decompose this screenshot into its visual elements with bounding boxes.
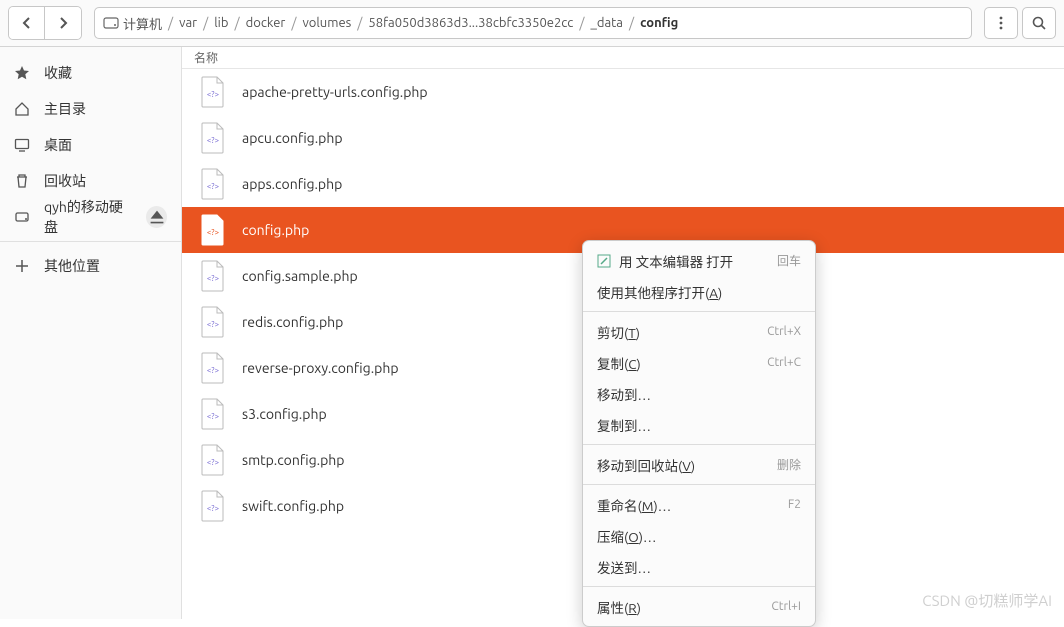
menu-separator — [583, 311, 815, 312]
home-icon — [14, 101, 30, 117]
toolbar: 计算机 / var / lib / docker / volumes / 58f… — [0, 0, 1064, 47]
sidebar-item-label: 其他位置 — [44, 256, 100, 276]
php-file-icon: <?> — [200, 168, 226, 200]
sidebar-item-removable[interactable]: qyh的移动硬盘 — [0, 199, 181, 235]
breadcrumb-volumes[interactable]: volumes — [302, 16, 351, 30]
sidebar-item-label: 回收站 — [44, 171, 86, 191]
disk-icon — [103, 15, 119, 31]
menu-compress[interactable]: 压缩(O)… — [583, 520, 815, 551]
svg-text:<?>: <?> — [207, 274, 220, 283]
sidebar-item-desktop[interactable]: 桌面 — [0, 127, 181, 163]
menu-rename[interactable]: 重命名(M)… F2 — [583, 489, 815, 520]
breadcrumb-config[interactable]: config — [640, 16, 678, 30]
file-name: s3.config.php — [242, 406, 327, 422]
php-file-icon: <?> — [200, 398, 226, 430]
back-button[interactable] — [9, 7, 45, 39]
edit-icon — [597, 254, 611, 268]
sidebar-separator — [0, 241, 181, 242]
breadcrumb-data[interactable]: _data — [591, 16, 623, 30]
menu-copy-to[interactable]: 复制到… — [583, 409, 815, 440]
php-file-icon: <?> — [200, 214, 226, 246]
sidebar-item-label: qyh的移动硬盘 — [44, 197, 132, 237]
menu-properties[interactable]: 属性(R) Ctrl+I — [583, 591, 815, 622]
drive-icon — [14, 209, 30, 225]
breadcrumb-lib[interactable]: lib — [214, 16, 228, 30]
file-name: swift.config.php — [242, 498, 344, 514]
sidebar: 收藏 主目录 桌面 回收站 qyh的移动硬盘 其他位置 — [0, 47, 182, 619]
trash-icon — [14, 173, 30, 189]
search-button[interactable] — [1022, 7, 1056, 39]
main: 收藏 主目录 桌面 回收站 qyh的移动硬盘 其他位置 名称 — [0, 47, 1064, 619]
svg-text:<?>: <?> — [207, 228, 220, 237]
php-file-icon: <?> — [200, 444, 226, 476]
php-file-icon: <?> — [200, 306, 226, 338]
file-name: config.sample.php — [242, 268, 358, 284]
menu-open-editor[interactable]: 用 文本编辑器 打开 回车 — [583, 245, 815, 276]
sidebar-item-other[interactable]: 其他位置 — [0, 248, 181, 284]
menu-open-other[interactable]: 使用其他程序打开(A) — [583, 276, 815, 307]
breadcrumb-hash[interactable]: 58fa050d3863d3...38cbfc3350e2cc — [368, 16, 573, 30]
php-file-icon: <?> — [200, 352, 226, 384]
nav-buttons — [8, 6, 82, 40]
sidebar-item-home[interactable]: 主目录 — [0, 91, 181, 127]
svg-text:<?>: <?> — [207, 136, 220, 145]
svg-text:<?>: <?> — [207, 458, 220, 467]
file-row[interactable]: <?> apcu.config.php — [182, 115, 1064, 161]
column-name: 名称 — [194, 49, 218, 66]
column-header[interactable]: 名称 — [182, 47, 1064, 69]
file-name: apps.config.php — [242, 176, 342, 192]
file-name: config.php — [242, 222, 309, 238]
file-name: redis.config.php — [242, 314, 343, 330]
breadcrumb[interactable]: 计算机 / var / lib / docker / volumes / 58f… — [94, 7, 972, 39]
menu-separator — [583, 586, 815, 587]
file-row[interactable]: <?> apache-pretty-urls.config.php — [182, 69, 1064, 115]
file-name: smtp.config.php — [242, 452, 344, 468]
menu-separator — [583, 444, 815, 445]
file-name: apache-pretty-urls.config.php — [242, 84, 428, 100]
svg-text:<?>: <?> — [207, 182, 220, 191]
breadcrumb-var[interactable]: var — [179, 16, 197, 30]
breadcrumb-docker[interactable]: docker — [246, 16, 286, 30]
menu-send-to[interactable]: 发送到… — [583, 551, 815, 582]
sidebar-item-label: 收藏 — [44, 63, 72, 83]
svg-text:<?>: <?> — [207, 366, 220, 375]
sidebar-item-trash[interactable]: 回收站 — [0, 163, 181, 199]
file-row[interactable]: <?> apps.config.php — [182, 161, 1064, 207]
sidebar-item-label: 主目录 — [44, 99, 86, 119]
menu-move-to[interactable]: 移动到… — [583, 378, 815, 409]
breadcrumb-computer[interactable]: 计算机 — [123, 14, 162, 33]
sidebar-item-label: 桌面 — [44, 135, 72, 155]
menu-button[interactable] — [984, 7, 1018, 39]
star-icon — [14, 65, 30, 81]
file-name: apcu.config.php — [242, 130, 343, 146]
menu-separator — [583, 484, 815, 485]
svg-text:<?>: <?> — [207, 504, 220, 513]
svg-text:<?>: <?> — [207, 90, 220, 99]
sidebar-item-favorites[interactable]: 收藏 — [0, 55, 181, 91]
menu-cut[interactable]: 剪切(T) Ctrl+X — [583, 316, 815, 347]
desktop-icon — [14, 137, 30, 153]
forward-button[interactable] — [45, 7, 81, 39]
php-file-icon: <?> — [200, 76, 226, 108]
php-file-icon: <?> — [200, 122, 226, 154]
php-file-icon: <?> — [200, 490, 226, 522]
file-name: reverse-proxy.config.php — [242, 360, 399, 376]
context-menu: 用 文本编辑器 打开 回车 使用其他程序打开(A) 剪切(T) Ctrl+X 复… — [582, 240, 816, 627]
plus-icon — [14, 258, 30, 274]
menu-trash[interactable]: 移动到回收站(V) 删除 — [583, 449, 815, 480]
eject-button[interactable] — [146, 206, 167, 228]
menu-copy[interactable]: 复制(C) Ctrl+C — [583, 347, 815, 378]
svg-text:<?>: <?> — [207, 412, 220, 421]
php-file-icon: <?> — [200, 260, 226, 292]
svg-text:<?>: <?> — [207, 320, 220, 329]
